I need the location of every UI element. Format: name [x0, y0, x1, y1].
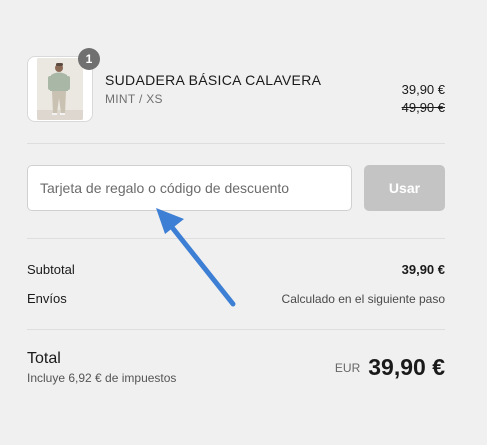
subtotal-label: Subtotal: [27, 262, 75, 277]
product-original-price: 49,90 €: [401, 100, 445, 115]
divider: [27, 238, 445, 239]
divider: [27, 143, 445, 144]
quantity-badge: 1: [78, 48, 100, 70]
product-photo: [37, 58, 83, 120]
currency-code: EUR: [334, 361, 361, 375]
subtotal-value: 39,90 €: [401, 262, 445, 277]
total-label: Total: [27, 350, 61, 367]
product-price: 39,90 €: [401, 82, 445, 97]
total-price: EUR 39,90 €: [335, 354, 445, 381]
divider: [27, 329, 445, 330]
product-line-item: 1 SUDADERA BÁSICA CALAVERA MINT / XS 39,…: [27, 48, 445, 122]
order-summary: 1 SUDADERA BÁSICA CALAVERA MINT / XS 39,…: [27, 0, 445, 445]
shipping-label: Envíos: [27, 291, 67, 306]
tax-note: Incluye 6,92 € de impuestos: [27, 371, 177, 385]
apply-discount-button[interactable]: Usar: [364, 165, 445, 211]
product-name: SUDADERA BÁSICA CALAVERA: [105, 72, 322, 88]
product-variant: MINT / XS: [105, 92, 163, 106]
total-amount: 39,90 €: [368, 354, 445, 380]
shipping-value: Calculado en el siguiente paso: [281, 292, 445, 306]
discount-code-input[interactable]: [27, 165, 352, 211]
